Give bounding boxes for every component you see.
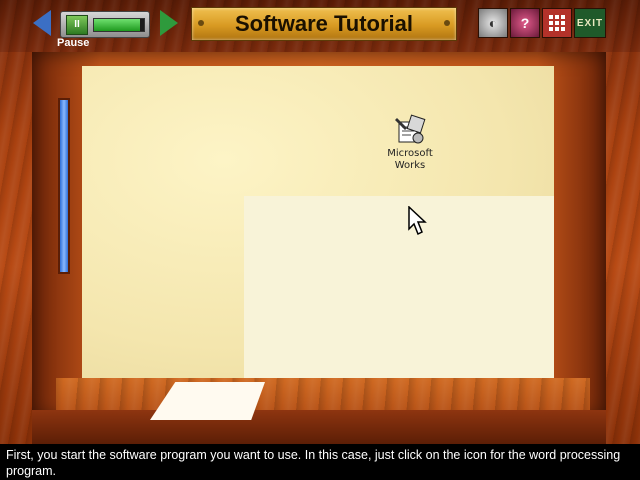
info-icon: ◐ [488,15,498,31]
pause-label: Pause [57,37,90,49]
page-title: Software Tutorial [234,11,414,36]
help-icon: ? [520,15,530,31]
desktop-icon-microsoft-works[interactable]: Microsoft Works [382,114,438,172]
screw-icon [444,20,450,26]
caption-bar: First, you start the software program yo… [0,444,640,480]
exit-button[interactable]: EXIT [574,8,606,38]
scrollbar-thumb[interactable] [60,100,68,272]
playback-panel: II [60,11,150,38]
menu-button[interactable] [542,8,572,38]
back-arrow-icon[interactable] [33,10,51,36]
title-plate: Software Tutorial [191,7,457,41]
menu-grid-icon [549,15,565,31]
screen-panel [244,196,554,378]
icon-label-line2: Works [394,160,426,171]
vertical-scrollbar[interactable] [58,98,70,274]
info-button[interactable]: ◐ [478,8,508,38]
exit-label: EXIT [576,17,604,29]
caption-text: First, you start the software program yo… [6,448,621,478]
mouse-pointer-icon [408,206,427,236]
shelf-front-edge [32,410,606,444]
microsoft-works-icon [395,114,426,144]
toolbar: II Pause Software Tutorial ◐ ? EXIT [0,0,640,52]
desktop-icon-label: Microsoft Works [382,148,438,172]
icon-label-line1: Microsoft [387,148,433,159]
tutorial-screen: Microsoft Works [82,66,554,378]
progress-bar [93,18,145,32]
progress-fill [94,19,140,31]
forward-arrow-icon[interactable] [160,10,178,36]
pause-button[interactable]: II [66,15,88,35]
help-button[interactable]: ? [510,8,540,38]
